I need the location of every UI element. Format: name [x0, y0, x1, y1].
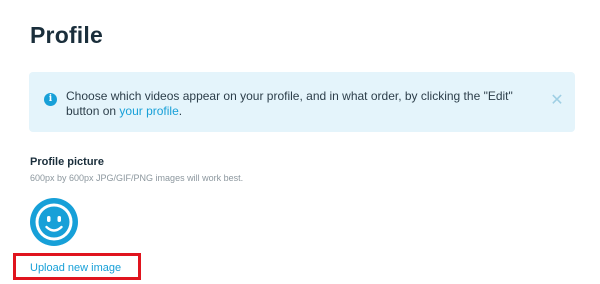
upload-new-image-link[interactable]: Upload new image [30, 262, 121, 274]
info-banner-text: Choose which videos appear on your profi… [66, 89, 536, 119]
info-banner: i Choose which videos appear on your pro… [29, 72, 575, 132]
profile-picture-heading: Profile picture [30, 156, 104, 168]
close-icon[interactable]: ✕ [549, 93, 565, 109]
profile-page: Profile i Choose which videos appear on … [0, 0, 600, 284]
info-icon: i [44, 93, 57, 106]
smiley-avatar-icon [29, 197, 79, 247]
profile-picture-hint: 600px by 600px JPG/GIF/PNG images will w… [30, 173, 244, 183]
info-banner-period: . [178, 104, 183, 118]
smiley-avatar-svg [30, 198, 78, 246]
page-title: Profile [30, 22, 103, 48]
your-profile-link[interactable]: your profile [119, 104, 178, 118]
